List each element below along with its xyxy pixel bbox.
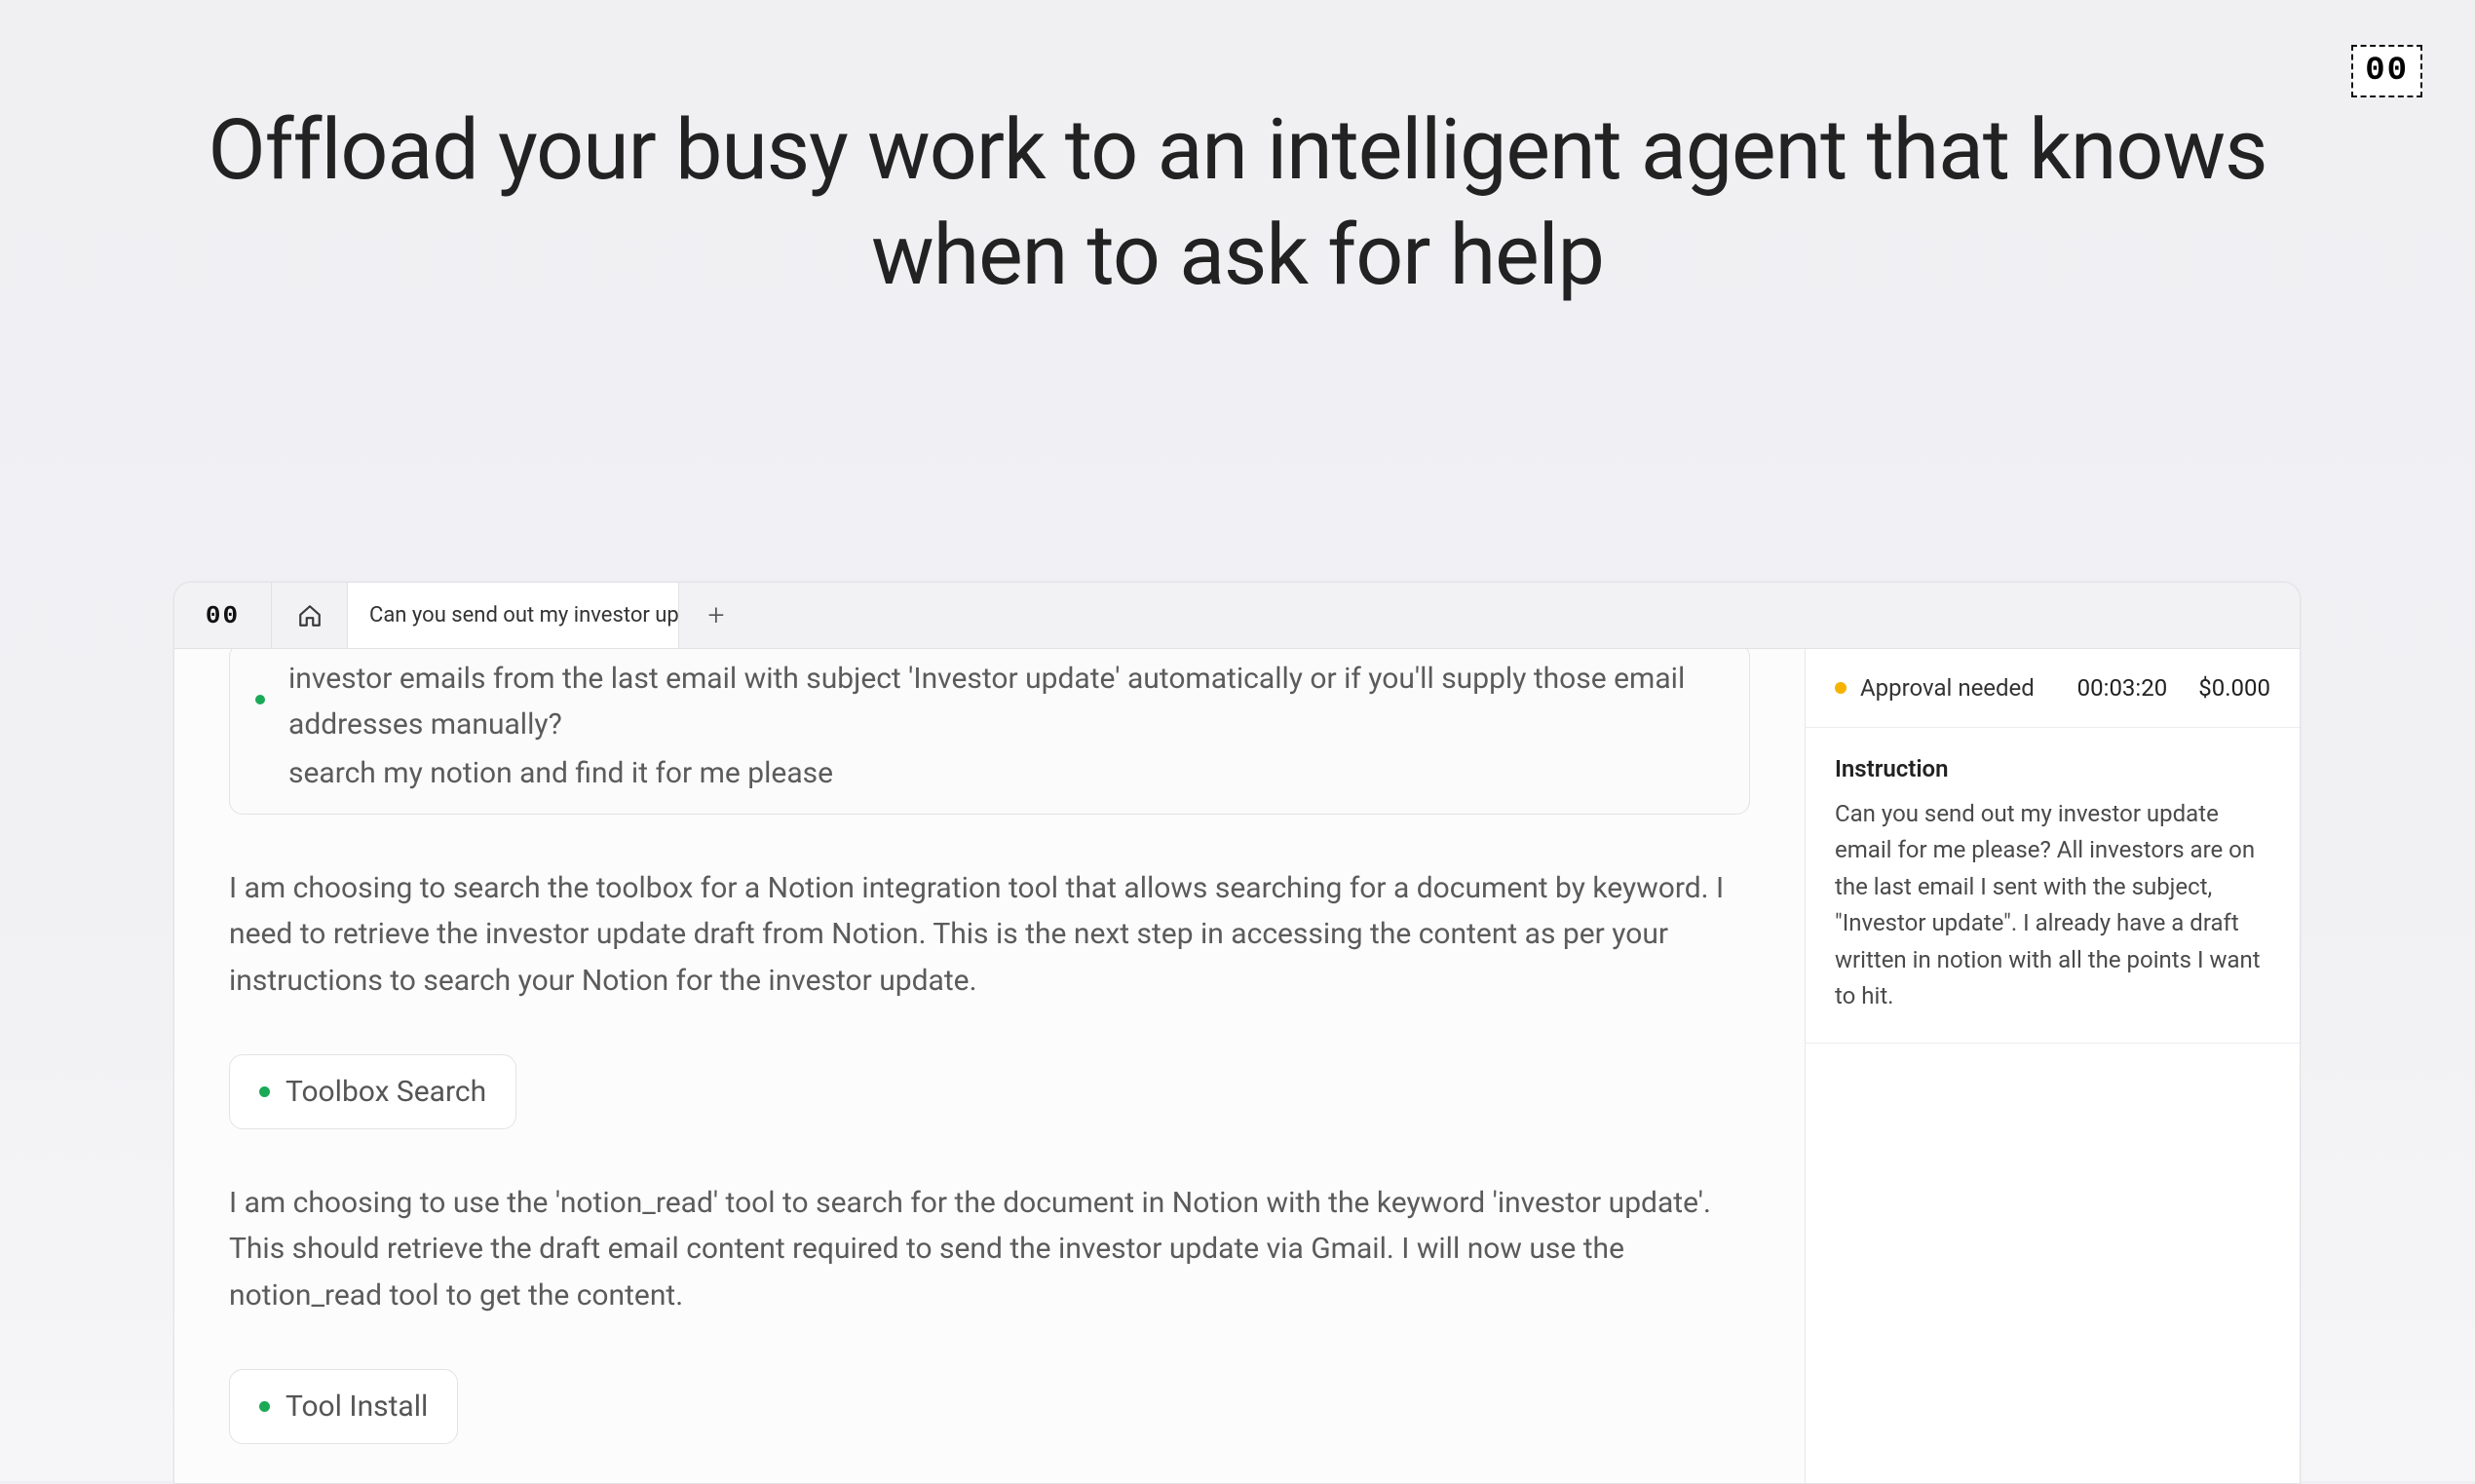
assistant-question-text: investor emails from the last email with…	[288, 656, 1720, 748]
agent-reasoning-1: I am choosing to search the toolbox for …	[229, 865, 1750, 1004]
action-chip-tool-install[interactable]: Tool Install	[229, 1369, 458, 1444]
content-area: investor emails from the last email with…	[174, 649, 2300, 1483]
instruction-section: Instruction Can you send out my investor…	[1806, 728, 2300, 1044]
home-icon	[297, 603, 323, 628]
approval-dot-icon	[1835, 682, 1847, 694]
status-dot-icon	[255, 695, 265, 704]
corner-badge: 00	[2351, 45, 2422, 97]
titlebar-logo: 00	[174, 583, 272, 648]
status-dot-icon	[259, 1086, 270, 1097]
agent-reasoning-2: I am choosing to use the 'notion_read' t…	[229, 1180, 1750, 1318]
elapsed-time: 00:03:20	[2077, 674, 2168, 702]
page-headline: Offload your busy work to an intelligent…	[0, 0, 2475, 307]
cost-display: $0.000	[2198, 674, 2270, 702]
instruction-heading: Instruction	[1835, 755, 2270, 782]
chat-pane: investor emails from the last email with…	[174, 649, 1805, 1483]
action-chip-label: Toolbox Search	[286, 1075, 486, 1109]
home-button[interactable]	[272, 583, 348, 648]
action-chip-label: Tool Install	[286, 1389, 428, 1424]
user-message-card: investor emails from the last email with…	[229, 649, 1750, 815]
new-tab-button[interactable]: +	[679, 583, 753, 648]
action-chip-toolbox-search[interactable]: Toolbox Search	[229, 1054, 516, 1129]
side-header: Approval needed 00:03:20 $0.000	[1806, 649, 2300, 728]
instruction-text: Can you send out my investor update emai…	[1835, 796, 2270, 1015]
titlebar: 00 Can you send out my investor upd… +	[174, 583, 2300, 649]
side-panel: Approval needed 00:03:20 $0.000 Instruct…	[1805, 649, 2300, 1483]
user-reply-text: search my notion and find it for me plea…	[288, 756, 1720, 790]
status-label: Approval needed	[1860, 674, 2064, 702]
app-window: 00 Can you send out my investor upd… + i…	[173, 582, 2301, 1484]
status-dot-icon	[259, 1401, 270, 1412]
tab-active[interactable]: Can you send out my investor upd…	[348, 583, 679, 648]
